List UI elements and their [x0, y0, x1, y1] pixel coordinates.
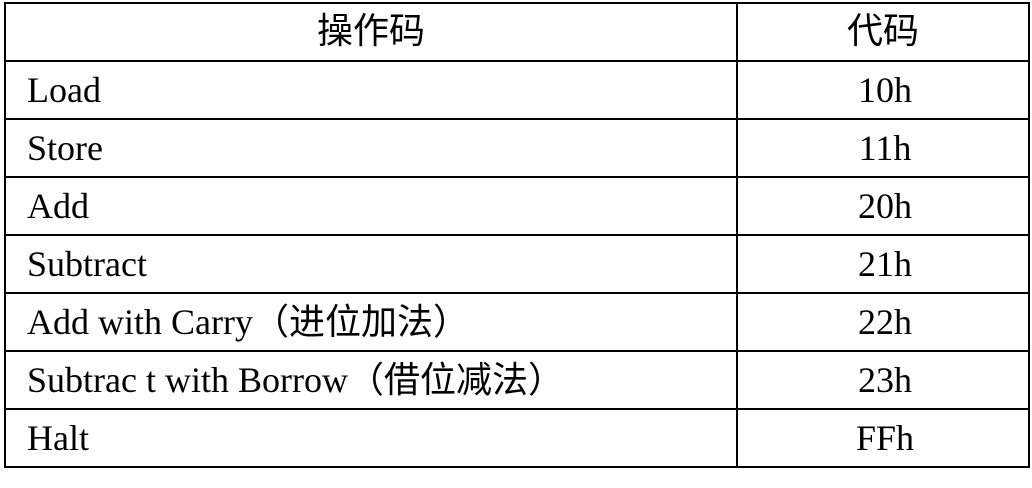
code-cell: 11h [736, 118, 1030, 178]
column-header-operation: 操作码 [4, 2, 738, 62]
table-row: Halt FFh [4, 408, 1030, 468]
code-cell: 23h [736, 350, 1030, 410]
code-cell: 22h [736, 292, 1030, 352]
operation-cell: Store [4, 118, 738, 178]
table-row: Load 10h [4, 60, 1030, 120]
code-cell: FFh [736, 408, 1030, 468]
table-row: Add 20h [4, 176, 1030, 236]
operation-cell: Halt [4, 408, 738, 468]
operation-cell: Subtract [4, 234, 738, 294]
table-row: Subtract 21h [4, 234, 1030, 294]
table-row: Add with Carry（进位加法） 22h [4, 292, 1030, 352]
operation-cell: Add with Carry（进位加法） [4, 292, 738, 352]
code-cell: 21h [736, 234, 1030, 294]
table-row: Store 11h [4, 118, 1030, 178]
table-row: Subtrac t with Borrow（借位减法） 23h [4, 350, 1030, 410]
operation-cell: Add [4, 176, 738, 236]
operation-cell: Subtrac t with Borrow（借位减法） [4, 350, 738, 410]
opcode-table: 操作码 代码 Load 10h Store 11h Add 20h Subtra… [4, 2, 1030, 468]
operation-cell: Load [4, 60, 738, 120]
code-cell: 10h [736, 60, 1030, 120]
header-row: 操作码 代码 [4, 2, 1030, 62]
column-header-code: 代码 [736, 2, 1030, 62]
code-cell: 20h [736, 176, 1030, 236]
